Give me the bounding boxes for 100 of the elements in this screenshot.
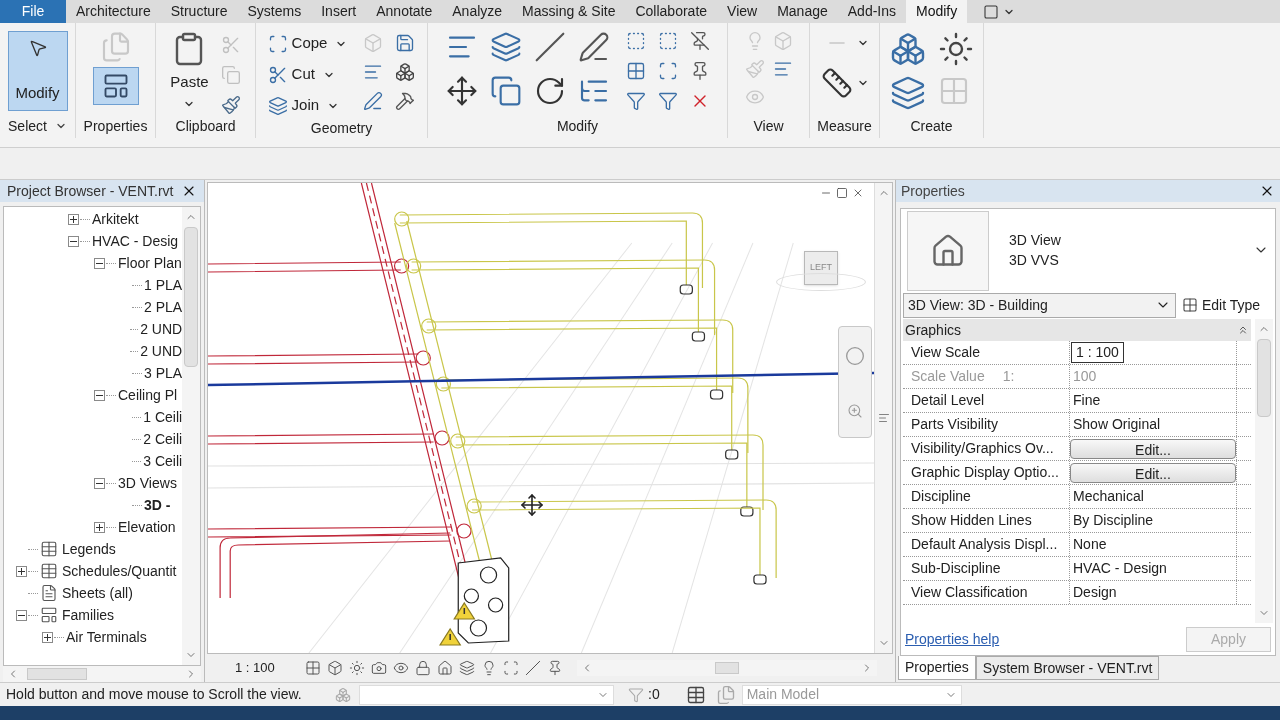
property-value[interactable]: None bbox=[1070, 534, 1110, 555]
mirror-draw-icon[interactable] bbox=[577, 31, 610, 63]
ribbon-tab[interactable]: View bbox=[717, 0, 768, 23]
tree-item[interactable]: Elevation bbox=[116, 516, 176, 538]
ribbon-tab[interactable]: Architecture bbox=[66, 0, 161, 23]
view-control-icon[interactable] bbox=[392, 660, 409, 676]
scrollbar-thumb[interactable] bbox=[27, 668, 87, 680]
view-control-icon[interactable] bbox=[436, 660, 453, 676]
panel-tab[interactable]: System Browser - VENT.rvt bbox=[975, 656, 1160, 680]
view-control-icon[interactable] bbox=[524, 660, 541, 676]
modify-button[interactable]: Modify bbox=[7, 31, 68, 111]
property-value[interactable]: Mechanical bbox=[1070, 486, 1147, 507]
view-scale-label[interactable]: 1 : 100 bbox=[235, 658, 275, 678]
ribbon-tab[interactable]: Collaborate bbox=[625, 0, 718, 23]
tree-item[interactable]: 2 UND bbox=[138, 318, 183, 340]
view-control-icon[interactable] bbox=[326, 660, 343, 676]
view-control-icon[interactable] bbox=[458, 660, 475, 676]
tree-item[interactable]: 3 PLA bbox=[142, 362, 183, 384]
tree-item[interactable]: 2 Ceili bbox=[141, 428, 183, 450]
tree-item[interactable]: Families bbox=[60, 604, 115, 626]
collapse-icon[interactable] bbox=[93, 389, 105, 401]
paste-button[interactable]: Paste bbox=[170, 31, 209, 110]
property-value[interactable]: By Discipline bbox=[1070, 510, 1157, 531]
ribbon-tab[interactable]: Annotate bbox=[366, 0, 443, 23]
cut-geometry-icon[interactable] bbox=[267, 64, 288, 85]
ribbon-tab[interactable]: Add-Ins bbox=[837, 0, 906, 23]
edit-button[interactable]: Edit... bbox=[1070, 462, 1236, 483]
tree-item[interactable]: 1 PLA bbox=[142, 274, 183, 296]
properties-button[interactable] bbox=[92, 67, 139, 105]
mirror-axis-icon[interactable] bbox=[533, 31, 566, 63]
ribbon-tab[interactable]: Insert bbox=[311, 0, 367, 23]
section-header[interactable]: Graphics bbox=[903, 319, 1251, 341]
geometry-tool-button[interactable]: Cope bbox=[267, 31, 348, 56]
ribbon-tab[interactable]: Structure bbox=[160, 0, 238, 23]
measure-icon[interactable] bbox=[820, 67, 853, 99]
ribbon-tab[interactable]: Systems bbox=[237, 0, 312, 23]
tree-item[interactable]: 2 PLA bbox=[142, 296, 183, 318]
instance-dropdown[interactable]: 3D View: 3D - Building bbox=[903, 292, 1176, 318]
tree-item[interactable]: Air Terminals bbox=[64, 626, 147, 648]
scrollbar[interactable] bbox=[1255, 319, 1273, 623]
tree-item[interactable]: Arkitekt bbox=[90, 208, 139, 230]
tree-item[interactable]: Floor Plan bbox=[116, 252, 182, 274]
edit-type-icon[interactable] bbox=[1182, 297, 1198, 313]
view-control-icon[interactable] bbox=[414, 660, 431, 676]
property-value[interactable]: HVAC - Design bbox=[1070, 558, 1170, 579]
collapse-icon[interactable] bbox=[93, 477, 105, 489]
ribbon-tab[interactable]: Massing & Site bbox=[512, 0, 626, 23]
tree-item[interactable]: Schedules/Quantit bbox=[60, 560, 177, 582]
panel-tab[interactable]: Properties bbox=[898, 656, 976, 680]
tree-item[interactable]: Ceiling Pl bbox=[116, 384, 178, 406]
ribbon-tab[interactable]: File bbox=[0, 0, 66, 23]
ribbon-tab[interactable]: Modify bbox=[906, 0, 968, 23]
tree-item[interactable]: 3 Ceili bbox=[141, 450, 183, 472]
ribbon-tab[interactable]: Manage bbox=[767, 0, 838, 23]
zoom-icon[interactable] bbox=[847, 402, 863, 419]
copy-elements-icon[interactable] bbox=[489, 75, 522, 107]
restore-icon[interactable] bbox=[836, 187, 848, 199]
view-control-icon[interactable] bbox=[304, 660, 321, 676]
expand-icon[interactable] bbox=[93, 521, 105, 533]
tree-item[interactable]: 2 UND bbox=[138, 340, 183, 362]
view-control-icon[interactable] bbox=[348, 660, 365, 676]
scrollbar-thumb[interactable] bbox=[184, 227, 199, 367]
property-label: Detail Level bbox=[911, 391, 985, 410]
collapse-icon[interactable] bbox=[1237, 324, 1249, 336]
move-icon[interactable] bbox=[445, 75, 478, 107]
view-control-icon[interactable] bbox=[370, 660, 387, 676]
value-field[interactable]: 1 : 100 bbox=[1071, 342, 1124, 363]
expand-icon[interactable] bbox=[67, 213, 79, 225]
property-value[interactable]: Fine bbox=[1070, 390, 1104, 411]
expand-icon[interactable] bbox=[15, 565, 27, 577]
scrollbar[interactable] bbox=[874, 183, 892, 653]
property-value[interactable]: Show Original bbox=[1070, 414, 1164, 435]
scrollbar-thumb[interactable] bbox=[1257, 339, 1271, 417]
panel-label[interactable]: Select bbox=[8, 115, 47, 137]
collapse-icon[interactable] bbox=[15, 609, 27, 621]
property-value[interactable]: Design bbox=[1070, 582, 1120, 603]
ribbon-toggle-icon[interactable] bbox=[983, 3, 1000, 20]
unpin-icon[interactable] bbox=[689, 31, 710, 51]
tree-item[interactable]: 3D - bbox=[142, 494, 171, 516]
scrollbar-thumb[interactable] bbox=[714, 662, 739, 674]
edit-type-button[interactable]: Edit Type bbox=[1182, 294, 1261, 316]
collapse-icon[interactable] bbox=[67, 235, 79, 247]
ribbon-tab[interactable]: Analyze bbox=[442, 0, 513, 23]
tree-item[interactable]: 3D Views bbox=[116, 472, 177, 494]
horizontal-scrollbar[interactable] bbox=[576, 660, 877, 676]
tree-item[interactable]: Sheets (all) bbox=[60, 582, 133, 604]
tree-item[interactable]: Legends bbox=[60, 538, 116, 560]
expand-icon[interactable] bbox=[41, 631, 53, 643]
match-properties-icon[interactable] bbox=[220, 95, 241, 115]
edit-button[interactable]: Edit... bbox=[1070, 438, 1236, 459]
geometry-tool-button[interactable]: Join bbox=[267, 93, 348, 118]
help-link[interactable]: Properties help bbox=[905, 628, 1000, 650]
horizontal-scrollbar[interactable] bbox=[3, 666, 201, 682]
geometry-tool-button[interactable]: Cut bbox=[267, 62, 348, 87]
tree-item[interactable]: 1 Ceili bbox=[141, 406, 183, 428]
house-icon bbox=[930, 233, 966, 269]
collapse-icon[interactable] bbox=[93, 257, 105, 269]
scrollbar[interactable] bbox=[182, 207, 200, 665]
paint-icon[interactable] bbox=[363, 91, 384, 111]
tree-item[interactable]: HVAC - Desig bbox=[90, 230, 179, 252]
